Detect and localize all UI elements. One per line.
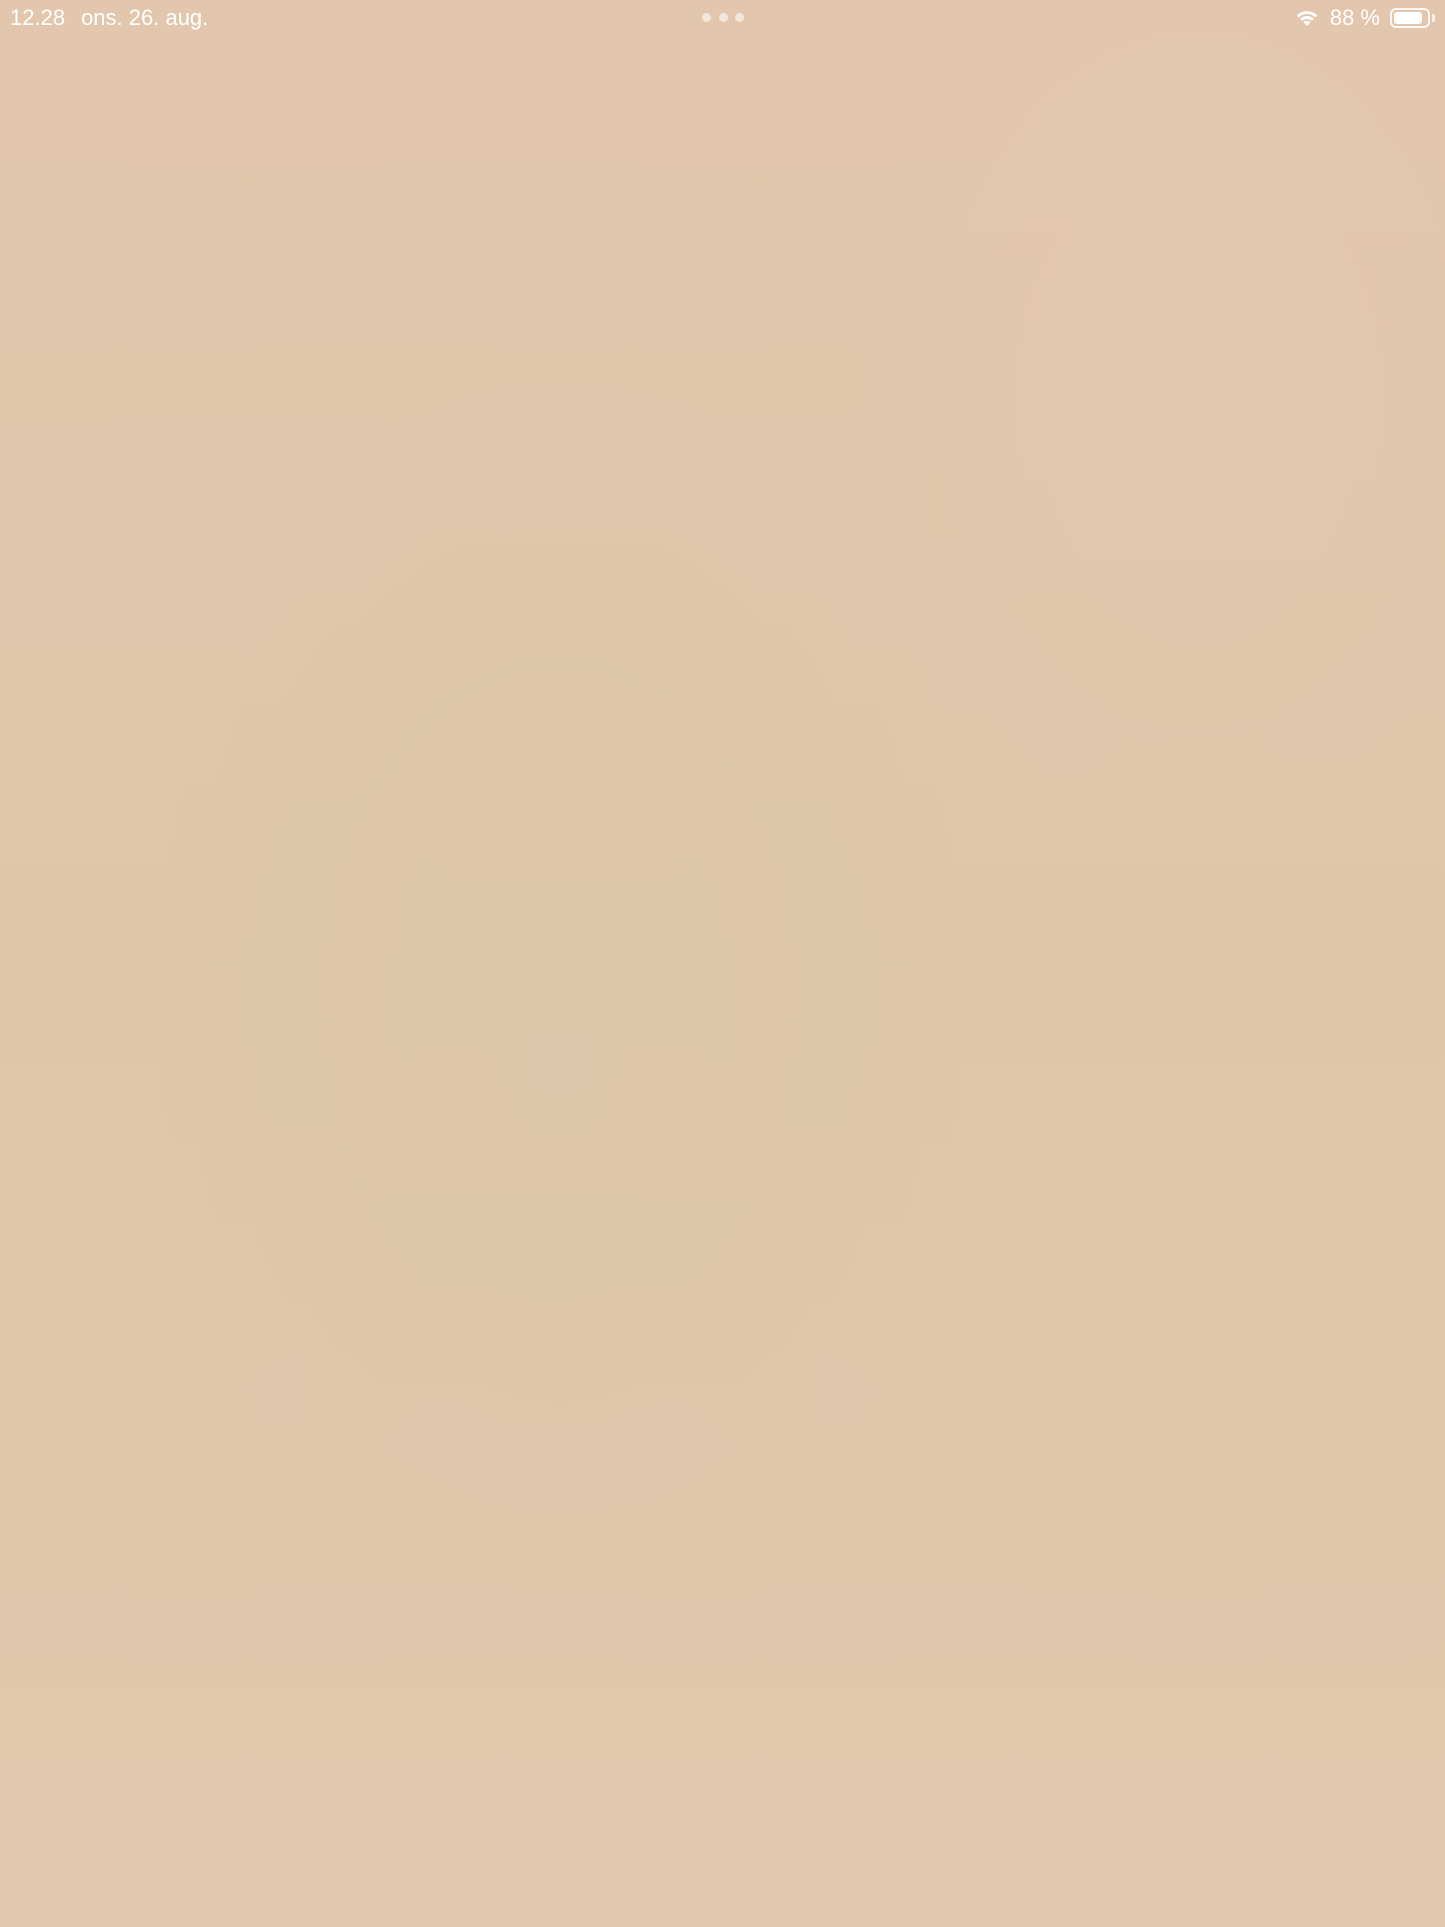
wallpaper <box>0 0 1445 1927</box>
battery-icon <box>1390 8 1430 28</box>
status-bar: 12.28 ons. 26. aug. 88 % <box>0 0 1445 36</box>
status-right: 88 % <box>1294 4 1435 32</box>
status-left: 12.28 ons. 26. aug. <box>10 4 208 32</box>
dot <box>718 13 728 22</box>
dot <box>735 13 744 22</box>
battery-percentage: 88 % <box>1329 5 1380 30</box>
battery-cap <box>1432 14 1435 22</box>
status-time: 12.28 <box>10 5 66 30</box>
wifi-icon <box>1296 11 1318 26</box>
dot <box>702 13 711 22</box>
multitasking-dots-icon[interactable] <box>702 13 744 23</box>
status-date: ons. 26. aug. <box>81 5 209 30</box>
battery-fill <box>1394 12 1422 24</box>
